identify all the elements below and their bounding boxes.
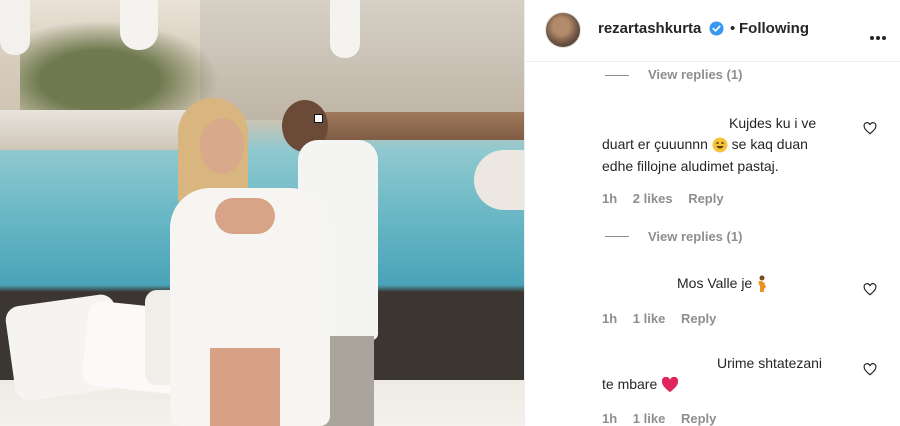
likes-count[interactable]: 1 like — [633, 411, 666, 426]
umbrella-center — [120, 0, 158, 50]
pool-edge-right — [474, 150, 524, 210]
more-options-icon[interactable] — [870, 27, 890, 40]
comment-text-line: se kaq duan — [731, 136, 808, 152]
reply-button[interactable]: Reply — [681, 311, 716, 326]
selection-handle[interactable] — [314, 114, 323, 123]
red-heart-emoji — [662, 377, 679, 393]
like-heart-icon[interactable] — [863, 363, 877, 376]
like-heart-icon[interactable] — [863, 122, 877, 135]
comment-text: te mbare — [602, 373, 679, 395]
comment-text: Mos Valle je — [677, 272, 768, 294]
reply-button[interactable]: Reply — [688, 191, 723, 206]
comment-text-line: te mbare — [602, 376, 658, 392]
comment-text-line: edhe fillojne aludimet pastaj. — [602, 158, 779, 174]
comment-time: 1h — [602, 311, 618, 326]
comment-text-line: duart er çuuunnn — [602, 136, 708, 152]
comment-text: edhe fillojne aludimet pastaj. — [602, 155, 779, 177]
separator-dot: • — [730, 20, 736, 37]
like-heart-icon[interactable] — [863, 283, 877, 296]
likes-count[interactable]: 2 likes — [633, 191, 673, 206]
post-photo[interactable] — [0, 0, 524, 426]
umbrella-right — [330, 0, 360, 58]
umbrella-left — [0, 0, 30, 55]
following-button[interactable]: Following — [739, 20, 809, 37]
woman-figure — [160, 98, 340, 426]
replies-divider — [605, 75, 629, 76]
comment-text: Urime shtatezani — [717, 352, 822, 374]
comment-meta: 1h 2 likes Reply — [602, 191, 736, 206]
comment-meta: 1h 1 like Reply — [602, 311, 728, 326]
reply-button[interactable]: Reply — [681, 411, 716, 426]
grinning-face-emoji — [712, 137, 728, 153]
username-link[interactable]: rezartashkurta — [598, 20, 701, 37]
comment-meta: 1h 1 like Reply — [602, 411, 728, 426]
comment-text: duart er çuuunnn se kaq duan — [602, 133, 808, 155]
view-replies-button[interactable]: View replies (1) — [648, 67, 742, 82]
comment-text: Kujdes ku i ve — [729, 112, 816, 134]
comments-panel: rezartashkurta • Following View replies … — [524, 0, 900, 426]
likes-count[interactable]: 1 like — [633, 311, 666, 326]
comment-text-line: Kujdes ku i ve — [729, 115, 817, 131]
comment-text-line: Urime shtatezani — [717, 355, 823, 371]
avatar[interactable] — [545, 12, 581, 48]
pregnant-woman-emoji — [758, 275, 766, 293]
comment-time: 1h — [602, 191, 618, 206]
verified-badge-icon — [709, 21, 724, 36]
replies-divider — [605, 236, 629, 237]
view-replies-button[interactable]: View replies (1) — [648, 229, 742, 244]
comment-time: 1h — [602, 411, 618, 426]
post-header: rezartashkurta • Following — [525, 0, 900, 62]
comment-text-line: Mos Valle je — [677, 275, 753, 291]
